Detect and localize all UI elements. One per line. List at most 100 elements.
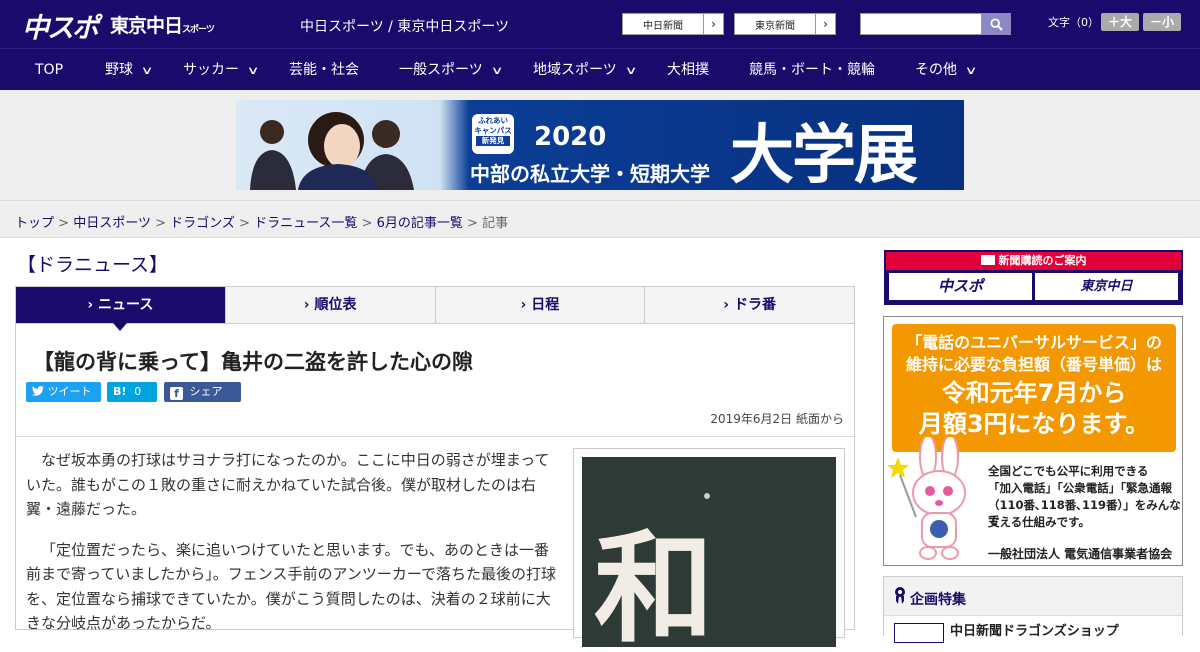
tab-news-label: ニュース xyxy=(98,297,154,313)
breadcrumb: トップ > 中日スポーツ > ドラゴンズ > ドラニュース一覧 > 6月の記事一… xyxy=(15,212,508,231)
article-paragraph: 「定位置だったら、楽に追いつけていたと思います。でも、あのときは一番前まで寄って… xyxy=(26,540,556,633)
breadcrumb-dora-news[interactable]: ドラニュース一覧 xyxy=(254,216,357,231)
nav-other[interactable]: その他 ∨ xyxy=(915,49,978,91)
tab-schedule[interactable]: › 日程 xyxy=(434,287,645,323)
chevron-right-icon: › xyxy=(703,14,723,34)
article-headline: 【龍の背に乗って】亀井の二盗を許した心の隙 xyxy=(33,350,473,374)
photo-sign-character: 和 xyxy=(594,518,714,648)
nav-other-label: その他 xyxy=(915,62,957,78)
nav-soccer-label: サッカー xyxy=(183,62,239,78)
nav-local-sports-label: 地域スポーツ xyxy=(533,62,617,78)
tab-dora-ban-label: ドラ番 xyxy=(733,297,776,313)
font-size-label: 文字（0） xyxy=(1048,16,1099,29)
chevron-down-icon: ∨ xyxy=(964,64,978,77)
subscription-header-label: 新聞購読のご案内 xyxy=(998,254,1087,267)
nav-entertainment[interactable]: 芸能・社会 xyxy=(289,49,359,91)
chevron-down-icon: ∨ xyxy=(140,64,154,77)
tab-standings-label: 順位表 xyxy=(314,297,357,313)
facebook-share-label: シェア xyxy=(189,385,223,398)
hatena-icon: B! xyxy=(113,385,127,398)
feature-box: 企画特集 中日新聞ドラゴンズショップ xyxy=(883,576,1183,643)
subscribe-chuspo[interactable]: 中スポ xyxy=(889,273,1032,300)
ad-line1: 「電話のユニバーサルサービス」の xyxy=(906,333,1162,352)
facebook-share-button[interactable]: f シェア 16 xyxy=(164,382,241,418)
nav-soccer[interactable]: サッカー ∨ xyxy=(183,49,259,91)
tab-dora-ban[interactable]: › ドラ番 xyxy=(644,287,854,323)
award-ribbon-icon xyxy=(895,587,905,604)
chevron-right-icon: › xyxy=(87,297,99,313)
font-larger-button[interactable]: ＋大 xyxy=(1101,13,1139,31)
tokyo-shimbun-button[interactable]: 東京新聞 › xyxy=(734,13,836,35)
nav-baseball[interactable]: 野球 ∨ xyxy=(105,49,154,91)
banner-badge-line1: ふれあい xyxy=(478,116,508,125)
ad-line2: 維持に必要な負担額（番号単価）は xyxy=(905,355,1162,374)
search-input[interactable] xyxy=(860,13,982,35)
section-tabs: › ニュース › 順位表 › 日程 › ドラ番 xyxy=(15,286,855,331)
chevron-down-icon: ∨ xyxy=(624,64,638,77)
chevron-right-icon: › xyxy=(520,297,532,313)
nav-baseball-label: 野球 xyxy=(105,62,133,78)
search-icon xyxy=(990,17,1003,31)
article: 【龍の背に乗って】亀井の二盗を許した心の隙 ツイート B! 0 f シェア 16… xyxy=(15,324,855,647)
ad-line3: 令和元年7月から xyxy=(941,379,1127,407)
breadcrumb-top[interactable]: トップ xyxy=(15,216,54,231)
feature-item[interactable]: 中日新聞ドラゴンズショップ xyxy=(884,615,1182,643)
article-paragraph: なぜ坂本勇の打球はサヨナラ打になったのか。ここに中日の弱さが埋まっていた。誰もが… xyxy=(26,451,550,518)
ad-line4: 月額3円になります。 xyxy=(918,410,1150,438)
tab-standings[interactable]: › 順位表 xyxy=(224,287,435,323)
nav-local-sports[interactable]: 地域スポーツ ∨ xyxy=(533,49,638,91)
nav-racing-label: 競馬・ボート・競輪 xyxy=(749,62,875,78)
breadcrumb-bar: トップ > 中日スポーツ > ドラゴンズ > ドラニュース一覧 > 6月の記事一… xyxy=(0,200,1200,238)
chevron-right-icon: › xyxy=(815,14,835,34)
search-button[interactable] xyxy=(982,13,1011,35)
hatena-bookmark-button[interactable]: B! 0 xyxy=(107,382,157,402)
facebook-icon: f xyxy=(170,387,183,400)
newspaper-subscription-box[interactable]: 新聞購読のご案内 中スポ 東京中日 xyxy=(884,250,1183,305)
chevron-right-icon: › xyxy=(303,297,315,313)
banner-big-title: 大学展 xyxy=(730,119,918,190)
article-photo[interactable]: 和 xyxy=(582,457,836,647)
chuspo-logo[interactable]: 中スポ xyxy=(22,6,99,45)
tokyo-chunichi-logo[interactable]: 東京中日スポーツ xyxy=(110,11,215,38)
ad-sub-line2: 「加入電話」「公衆電話」「緊急通報 xyxy=(988,481,1172,495)
university-fair-banner[interactable]: ふれあい キャンパス 新発見 2020 中部の私立大学・短期大学 大学展 xyxy=(236,100,964,190)
chunichi-shimbun-button[interactable]: 中日新聞 › xyxy=(622,13,724,35)
twitter-icon xyxy=(32,386,44,396)
site-name[interactable]: 中日スポーツ / 東京中日スポーツ xyxy=(300,16,509,36)
rabbit-mascot-icon xyxy=(888,437,966,560)
tab-news[interactable]: › ニュース xyxy=(16,287,225,331)
article-body: なぜ坂本勇の打球はサヨナラ打になったのか。ここに中日の弱さが埋まっていた。誰もが… xyxy=(26,448,556,652)
subscription-logos: 中スポ 東京中日 xyxy=(886,270,1181,303)
nav-general-sports-label: 一般スポーツ xyxy=(399,62,483,78)
ad-sub-line1: 全国どこでも公平に利用できる xyxy=(988,464,1149,478)
universal-service-ad[interactable]: 「電話のユニバーサルサービス」の 維持に必要な負担額（番号単価）は 令和元年7月… xyxy=(883,316,1183,566)
breadcrumb-chunichi-sports[interactable]: 中日スポーツ xyxy=(73,216,151,231)
banner-badge: ふれあい キャンパス 新発見 xyxy=(472,116,514,146)
breadcrumb-dragons[interactable]: ドラゴンズ xyxy=(170,216,235,231)
breadcrumb-separator: > xyxy=(361,216,373,231)
hatena-count: 0 xyxy=(134,385,142,398)
section-title: 【ドラニュース】 xyxy=(17,254,169,276)
chevron-down-icon: ∨ xyxy=(490,64,504,77)
banner-subtitle: 中部の私立大学・短期大学 xyxy=(470,162,710,186)
subscribe-tokyo-chunichi[interactable]: 東京中日 xyxy=(1035,273,1178,300)
tokyo-logo-text: 東京中日 xyxy=(110,15,183,37)
font-smaller-button[interactable]: －小 xyxy=(1143,13,1181,31)
nav-general-sports[interactable]: 一般スポーツ ∨ xyxy=(399,49,504,91)
facebook-share-count: 16 xyxy=(173,405,187,418)
nav-top[interactable]: TOP xyxy=(35,49,63,91)
newspaper-icon xyxy=(980,255,995,265)
tweet-button[interactable]: ツイート xyxy=(26,382,101,402)
breadcrumb-june-articles[interactable]: 6月の記事一覧 xyxy=(377,216,463,231)
tab-schedule-label: 日程 xyxy=(531,297,560,313)
banner-badge-line2: キャンパス xyxy=(474,126,512,135)
nav-racing[interactable]: 競馬・ボート・競輪 xyxy=(749,49,875,91)
article-divider xyxy=(16,436,854,437)
breadcrumb-current: 記事 xyxy=(482,216,509,231)
breadcrumb-separator: > xyxy=(239,216,250,231)
nav-sumo[interactable]: 大相撲 xyxy=(667,49,709,91)
breadcrumb-separator: > xyxy=(58,216,70,231)
banner-year: 2020 xyxy=(534,122,607,152)
feature-title: 企画特集 xyxy=(910,592,966,608)
breadcrumb-separator: > xyxy=(155,216,166,231)
